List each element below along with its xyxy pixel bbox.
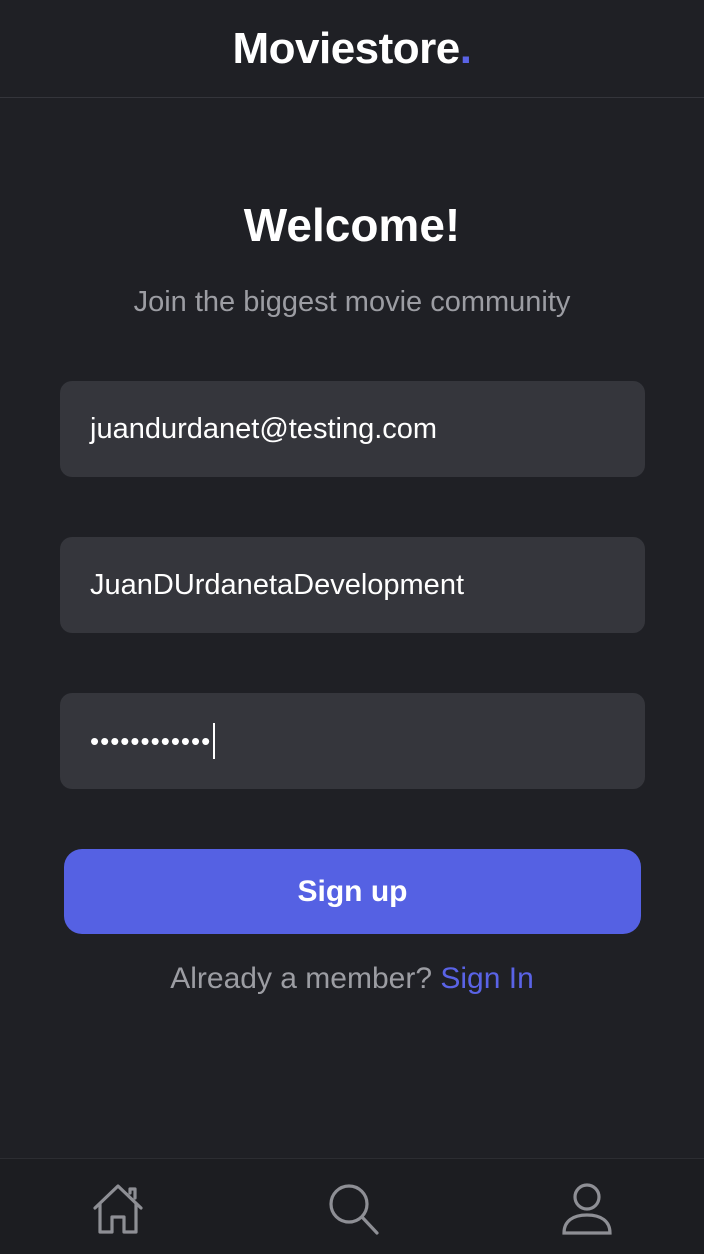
password-field[interactable]: •••••••••••• (60, 693, 645, 789)
profile-icon (562, 1183, 612, 1235)
email-value: juandurdanet@testing.com (90, 412, 438, 445)
member-text: Already a member? (170, 962, 433, 995)
brand-name: Moviestore (232, 23, 460, 73)
home-icon (93, 1184, 143, 1234)
bottom-tab-bar (0, 1158, 704, 1254)
member-prompt: Already a member? Sign In (0, 962, 704, 996)
app-header: Moviestore. (0, 0, 704, 98)
signup-button[interactable]: Sign up (64, 849, 641, 934)
signup-screen: Moviestore. Welcome! Join the biggest mo… (0, 0, 704, 1254)
signup-button-label: Sign up (297, 874, 408, 908)
tab-search[interactable] (323, 1179, 383, 1239)
search-icon (329, 1184, 379, 1235)
text-caret (213, 723, 216, 759)
brand-logo: Moviestore. (232, 23, 472, 74)
page-title: Welcome! (243, 199, 461, 251)
username-field[interactable]: JuanDUrdanetaDevelopment (60, 537, 645, 633)
password-mask: •••••••••••• (90, 725, 212, 756)
tab-home[interactable] (88, 1179, 148, 1239)
email-field[interactable]: juandurdanet@testing.com (60, 381, 645, 477)
page-subtitle: Join the biggest movie community (133, 286, 571, 318)
brand-dot: . (459, 23, 472, 73)
tab-profile[interactable] (557, 1179, 617, 1239)
username-value: JuanDUrdanetaDevelopment (90, 568, 464, 601)
signin-link[interactable]: Sign In (440, 962, 533, 995)
